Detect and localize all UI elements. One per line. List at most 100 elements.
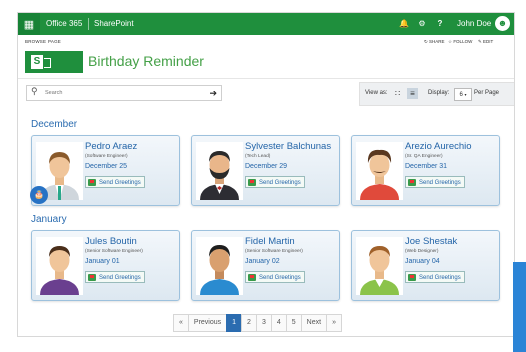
send-greetings-label: Send Greetings bbox=[99, 180, 141, 186]
send-greetings-label: Send Greetings bbox=[259, 180, 301, 186]
display-count-select[interactable]: 6 ▾ bbox=[454, 88, 472, 101]
send-greetings-button[interactable]: Send Greetings bbox=[85, 176, 145, 188]
next-page-button[interactable]: Next bbox=[300, 314, 328, 332]
greeting-card-icon bbox=[88, 274, 96, 281]
person-name[interactable]: Arezio Aurechio bbox=[405, 141, 472, 152]
person-role: (Senior Software Engineer) bbox=[245, 249, 303, 254]
office365-link[interactable]: Office 365 bbox=[46, 13, 82, 35]
person-name[interactable]: Joe Shestak bbox=[405, 236, 457, 247]
page-button-2[interactable]: 2 bbox=[241, 314, 257, 332]
view-as-label: View as: bbox=[365, 90, 388, 96]
user-avatar-icon[interactable]: ☻ bbox=[495, 16, 510, 31]
suite-bar: ▦ Office 365 SharePoint 🔔 ⚙ ? John Doe ☻ bbox=[18, 13, 514, 35]
edit-label: EDIT bbox=[483, 39, 494, 44]
birthday-card: Joe Shestak (Web Designer) January 04 Se… bbox=[351, 230, 500, 301]
list-view-icon[interactable]: ≡ bbox=[407, 88, 418, 99]
arrow-right-icon[interactable]: ➔ bbox=[209, 86, 217, 100]
send-greetings-label: Send Greetings bbox=[99, 275, 141, 281]
ribbon-tab-browse[interactable]: BROWSE bbox=[25, 39, 46, 44]
send-greetings-button[interactable]: Send Greetings bbox=[85, 271, 145, 283]
birthday-date: December 29 bbox=[245, 163, 288, 170]
gear-icon[interactable]: ⚙ bbox=[416, 13, 428, 35]
site-title[interactable]: Birthday Reminder bbox=[88, 53, 204, 69]
birthday-date: December 25 bbox=[85, 163, 128, 170]
select-arrow-icon: ▾ bbox=[464, 92, 467, 97]
page-button-1[interactable]: 1 bbox=[226, 314, 243, 332]
person-avatar-icon bbox=[196, 237, 243, 295]
follow-button[interactable]: ☆ FOLLOW bbox=[448, 39, 472, 45]
greeting-card-icon bbox=[248, 179, 256, 186]
page-button-3[interactable]: 3 bbox=[255, 314, 272, 332]
person-avatar-icon bbox=[356, 237, 403, 295]
birthday-date: January 02 bbox=[245, 258, 280, 265]
sharepoint-link[interactable]: SharePoint bbox=[94, 13, 134, 35]
star-icon: ☆ bbox=[448, 39, 453, 44]
sharepoint-logo-mark bbox=[44, 58, 51, 68]
pagination: « Previous 1 2 3 4 5 Next » bbox=[173, 314, 342, 332]
user-name[interactable]: John Doe bbox=[457, 13, 491, 35]
ribbon-tab-page[interactable]: PAGE bbox=[48, 39, 61, 44]
greeting-card-icon bbox=[88, 179, 96, 186]
bell-icon[interactable]: 🔔 bbox=[398, 13, 410, 35]
birthday-cake-icon: 🎂 bbox=[30, 186, 48, 204]
person-role: (Tech Lead) bbox=[245, 154, 271, 159]
birthday-date: January 01 bbox=[85, 258, 120, 265]
person-role: (Software Engineer) bbox=[85, 154, 128, 159]
person-name[interactable]: Pedro Araez bbox=[85, 141, 137, 152]
greeting-card-icon bbox=[248, 274, 256, 281]
birthday-date: January 04 bbox=[405, 258, 440, 265]
month-heading-december: December bbox=[31, 119, 78, 130]
search-icon: ⚲ bbox=[31, 86, 38, 96]
help-icon[interactable]: ? bbox=[434, 13, 446, 35]
page-button-5[interactable]: 5 bbox=[285, 314, 302, 332]
last-page-button[interactable]: » bbox=[326, 314, 342, 332]
sharepoint-page: ▦ Office 365 SharePoint 🔔 ⚙ ? John Doe ☻… bbox=[17, 12, 515, 337]
person-name[interactable]: Sylvester Balchunas bbox=[245, 141, 331, 152]
send-greetings-label: Send Greetings bbox=[259, 275, 301, 281]
person-avatar-icon bbox=[196, 142, 243, 200]
view-controls: View as: ∷ ≡ Display: 6 ▾ Per Page bbox=[359, 82, 514, 106]
grid-view-icon[interactable]: ∷ bbox=[392, 88, 403, 99]
send-greetings-button[interactable]: Send Greetings bbox=[245, 176, 305, 188]
person-role: (Senior Software Engineer) bbox=[85, 249, 143, 254]
first-page-button[interactable]: « bbox=[173, 314, 189, 332]
send-greetings-button[interactable]: Send Greetings bbox=[405, 271, 465, 283]
previous-page-button[interactable]: Previous bbox=[187, 314, 228, 332]
send-greetings-label: Send Greetings bbox=[419, 275, 461, 281]
greeting-card-icon bbox=[408, 179, 416, 186]
page-button-4[interactable]: 4 bbox=[270, 314, 287, 332]
display-count-value: 6 bbox=[459, 92, 463, 98]
share-icon: ↻ bbox=[424, 39, 428, 44]
birthday-date: December 31 bbox=[405, 163, 448, 170]
send-greetings-button[interactable]: Send Greetings bbox=[405, 176, 465, 188]
send-greetings-button[interactable]: Send Greetings bbox=[245, 271, 305, 283]
birthday-card: Sylvester Balchunas (Tech Lead) December… bbox=[191, 135, 340, 206]
birthday-card: Fidel Martin (Senior Software Engineer) … bbox=[191, 230, 340, 301]
side-scroll-tab[interactable] bbox=[513, 262, 526, 352]
follow-label: FOLLOW bbox=[453, 39, 473, 44]
birthday-card: Jules Boutin (Senior Software Engineer) … bbox=[31, 230, 180, 301]
sharepoint-logo-icon: S bbox=[31, 55, 43, 69]
per-page-label: Per Page bbox=[474, 90, 500, 96]
send-greetings-label: Send Greetings bbox=[419, 180, 461, 186]
person-name[interactable]: Fidel Martin bbox=[245, 236, 295, 247]
person-avatar-icon bbox=[36, 237, 83, 295]
sharepoint-logo[interactable]: S bbox=[25, 51, 83, 73]
search-box: ⚲ ➔ bbox=[26, 85, 222, 101]
month-heading-january: January bbox=[31, 214, 67, 225]
birthday-card: Arezio Aurechio (Sr. QA Engineer) Decemb… bbox=[351, 135, 500, 206]
person-avatar-icon bbox=[356, 142, 403, 200]
share-label: SHARE bbox=[429, 39, 445, 44]
ribbon: BROWSE PAGE ↻ SHARE ☆ FOLLOW ✎ EDIT bbox=[18, 35, 514, 49]
pencil-icon: ✎ bbox=[478, 39, 482, 44]
person-role: (Sr. QA Engineer) bbox=[405, 154, 443, 159]
person-name[interactable]: Jules Boutin bbox=[85, 236, 137, 247]
greeting-card-icon bbox=[408, 274, 416, 281]
suite-bar-divider bbox=[88, 18, 89, 30]
search-input[interactable] bbox=[45, 86, 195, 100]
birthday-card: 🎂 Pedro Araez (Software Engineer) Decemb… bbox=[30, 135, 180, 206]
edit-button[interactable]: ✎ EDIT bbox=[478, 39, 493, 45]
app-launcher-icon[interactable]: ▦ bbox=[18, 13, 40, 35]
share-button[interactable]: ↻ SHARE bbox=[424, 39, 445, 45]
person-role: (Web Designer) bbox=[405, 249, 439, 254]
